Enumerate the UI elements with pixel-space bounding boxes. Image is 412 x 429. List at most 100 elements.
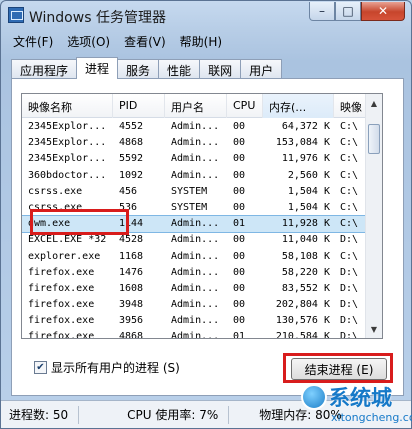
column-header-memory[interactable]: 内存(…: [263, 94, 334, 118]
cell-user-name: Admin...: [171, 153, 220, 165]
table-row[interactable]: EXCEL.EXE *32 4528 Admin... 00 11,040 K D:\: [22, 232, 366, 248]
cell-image-name: 2345Explor...: [28, 137, 107, 149]
title-bar[interactable]: Windows 任务管理器 – □ ✕: [1, 1, 411, 29]
watermark-text: 系统城: [329, 386, 392, 410]
cell-image-path: C:\: [340, 250, 359, 262]
tab-processes[interactable]: 进程: [76, 57, 119, 79]
cell-cpu: 00: [233, 299, 246, 311]
menu-file[interactable]: 文件(F): [7, 31, 61, 49]
column-header-image-path[interactable]: 映像: [334, 94, 366, 118]
scroll-thumb[interactable]: [368, 124, 380, 154]
scroll-down-icon[interactable]: ▼: [366, 321, 382, 337]
cell-memory: 58,108 K: [281, 250, 330, 262]
table-row[interactable]: explorer.exe 1168 Admin... 00 58,108 K C:\: [22, 249, 366, 265]
close-button[interactable]: ✕: [361, 2, 405, 21]
menu-view[interactable]: 查看(V): [118, 31, 174, 49]
process-list[interactable]: 映像名称 PID 用户名 CPU 内存(… 映像 2345Explor... 45…: [21, 93, 383, 339]
column-header-image-name[interactable]: 映像名称: [22, 94, 113, 118]
cell-image-name: csrss.exe: [28, 201, 83, 213]
cell-image-path: D:\: [340, 234, 359, 246]
table-row[interactable]: csrss.exe 456 SYSTEM 00 1,504 K C:\: [22, 184, 366, 200]
cell-image-name: firefox.exe: [28, 331, 95, 339]
table-row[interactable]: dwm.exe 1144 Admin... 01 11,928 K C:\: [22, 215, 367, 234]
cell-user-name: Admin...: [171, 315, 220, 327]
cell-image-path: C:\: [340, 201, 359, 213]
cell-user-name: Admin...: [171, 266, 220, 278]
cell-image-name: EXCEL.EXE *32: [28, 234, 107, 246]
column-header-pid[interactable]: PID: [113, 94, 165, 118]
tab-applications[interactable]: 应用程序: [11, 59, 78, 79]
cell-user-name: Admin...: [171, 250, 220, 262]
cell-cpu: 00: [233, 315, 246, 327]
cell-user-name: Admin...: [171, 169, 220, 181]
cell-image-path: D:\: [340, 282, 359, 294]
cell-image-path: C:\: [340, 137, 359, 149]
cell-image-path: D:\: [340, 331, 359, 339]
show-all-users-checkbox[interactable]: ✔: [34, 361, 47, 374]
minimize-button[interactable]: –: [309, 2, 335, 21]
end-process-button[interactable]: 结束进程 (E): [291, 358, 387, 380]
cell-user-name: Admin...: [171, 299, 220, 311]
cell-cpu: 01: [233, 331, 246, 339]
cell-cpu: 00: [233, 153, 246, 165]
status-process-count: 进程数: 50: [9, 408, 69, 422]
tab-services[interactable]: 服务: [117, 59, 160, 79]
maximize-button[interactable]: □: [335, 2, 361, 21]
cell-cpu: 01: [233, 218, 246, 230]
table-row[interactable]: 2345Explor... 4552 Admin... 00 64,372 K C:\: [22, 119, 366, 135]
vertical-scrollbar[interactable]: ▲ ▼: [365, 94, 382, 338]
cell-pid: 536: [119, 201, 138, 213]
table-row[interactable]: firefox.exe 1476 Admin... 00 58,220 K D:\: [22, 265, 366, 281]
watermark-logo-icon: [301, 384, 327, 410]
cell-cpu: 00: [233, 201, 246, 213]
cell-memory: 202,804 K: [275, 299, 330, 311]
cell-user-name: Admin...: [171, 234, 220, 246]
cell-cpu: 00: [233, 250, 246, 262]
cell-memory: 210,584 K: [275, 331, 330, 339]
table-row[interactable]: firefox.exe 3956 Admin... 00 130,576 K D:\: [22, 313, 366, 329]
table-row[interactable]: firefox.exe 3948 Admin... 00 202,804 K D:\: [22, 297, 366, 313]
cell-memory: 1,504 K: [287, 201, 330, 213]
tab-users[interactable]: 用户: [240, 59, 283, 79]
table-row[interactable]: 2345Explor... 5592 Admin... 00 11,976 K C:\: [22, 151, 366, 167]
cell-image-name: dwm.exe: [28, 218, 71, 230]
cell-user-name: Admin...: [171, 331, 220, 339]
menu-options[interactable]: 选项(O): [61, 31, 118, 49]
cell-image-path: C:\: [340, 218, 359, 230]
cell-image-path: D:\: [340, 315, 359, 327]
task-manager-window: Windows 任务管理器 – □ ✕ 文件(F) 选项(O) 查看(V) 帮助…: [0, 0, 412, 429]
table-row[interactable]: 360bdoctor... 1092 Admin... 00 2,560 K C:\: [22, 168, 366, 184]
column-header-user-name[interactable]: 用户名: [165, 94, 227, 118]
cell-memory: 11,040 K: [281, 234, 330, 246]
menu-help[interactable]: 帮助(H): [174, 31, 230, 49]
cell-user-name: Admin...: [171, 218, 220, 230]
table-row[interactable]: firefox.exe 4868 Admin... 01 210,584 K D:\: [22, 329, 366, 339]
cell-memory: 130,576 K: [275, 315, 330, 327]
cell-cpu: 00: [233, 169, 246, 181]
column-header-cpu[interactable]: CPU: [227, 94, 263, 118]
scroll-up-icon[interactable]: ▲: [366, 95, 382, 111]
tab-networking[interactable]: 联网: [199, 59, 242, 79]
cell-cpu: 00: [233, 282, 246, 294]
cell-image-name: firefox.exe: [28, 282, 95, 294]
cell-image-path: C:\: [340, 121, 359, 132]
cell-pid: 3948: [119, 299, 144, 311]
cell-user-name: Admin...: [171, 137, 220, 149]
window-controls: – □ ✕: [309, 2, 405, 22]
cell-memory: 153,084 K: [275, 137, 330, 149]
site-watermark: 系统城 xitongcheng.com: [299, 380, 412, 429]
tab-performance[interactable]: 性能: [158, 59, 201, 79]
cell-image-path: D:\: [340, 266, 359, 278]
cell-user-name: SYSTEM: [171, 201, 208, 213]
cell-memory: 11,976 K: [281, 153, 330, 165]
cell-user-name: Admin...: [171, 282, 220, 294]
cell-image-path: C:\: [340, 169, 359, 181]
cell-image-name: csrss.exe: [28, 185, 83, 197]
cell-image-name: 2345Explor...: [28, 121, 107, 132]
table-row[interactable]: 2345Explor... 4868 Admin... 00 153,084 K C:\: [22, 135, 366, 151]
cell-memory: 58,220 K: [281, 266, 330, 278]
table-row[interactable]: csrss.exe 536 SYSTEM 00 1,504 K C:\: [22, 200, 366, 216]
cell-memory: 1,504 K: [287, 185, 330, 197]
table-row[interactable]: firefox.exe 1608 Admin... 00 83,552 K D:\: [22, 281, 366, 297]
show-all-users-option[interactable]: ✔ 显示所有用户的进程 (S): [34, 359, 180, 376]
